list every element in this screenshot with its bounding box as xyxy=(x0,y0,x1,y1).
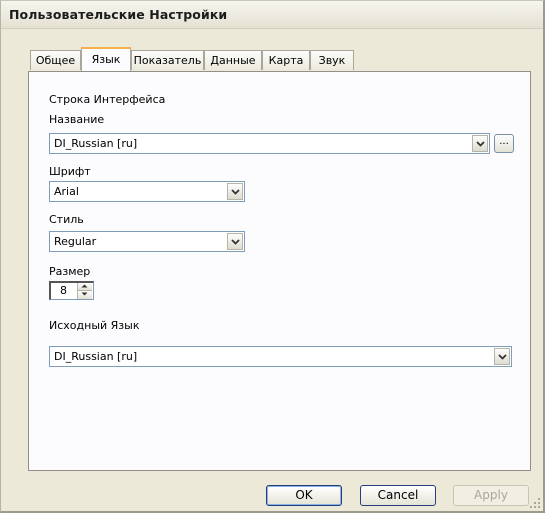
spin-up-icon xyxy=(81,284,88,288)
style-combobox-value: Regular xyxy=(54,235,97,248)
source-language-dropdown-button[interactable] xyxy=(494,348,510,365)
name-dropdown-button[interactable] xyxy=(472,135,488,152)
size-increment-button[interactable] xyxy=(78,283,92,291)
style-label: Стиль xyxy=(49,213,84,226)
source-language-value: DI_Russian [ru] xyxy=(54,350,138,363)
size-value: 8 xyxy=(60,284,67,297)
name-combobox[interactable]: DI_Russian [ru] xyxy=(49,133,490,154)
style-combobox[interactable]: Regular xyxy=(49,231,245,252)
tab-indicator[interactable]: Показатель xyxy=(131,50,204,70)
style-dropdown-button[interactable] xyxy=(227,233,243,250)
chevron-down-icon xyxy=(231,189,240,195)
chevron-down-icon xyxy=(476,141,485,147)
size-stepper[interactable]: 8 xyxy=(49,281,94,300)
tab-data[interactable]: Данные xyxy=(204,50,262,70)
source-language-label: Исходный Язык xyxy=(49,319,140,332)
name-combobox-value: DI_Russian [ru] xyxy=(54,137,138,150)
font-combobox-value: Arial xyxy=(54,185,79,198)
font-dropdown-button[interactable] xyxy=(227,183,243,200)
chevron-down-icon xyxy=(498,354,507,360)
tab-language[interactable]: Язык xyxy=(81,47,131,71)
size-decrement-button[interactable] xyxy=(78,291,92,299)
spin-down-icon xyxy=(81,292,88,296)
tab-general[interactable]: Общее xyxy=(30,50,81,70)
font-label: Шрифт xyxy=(49,165,91,178)
title-bar[interactable]: Пользовательские Настройки xyxy=(1,1,543,29)
ok-button[interactable]: OK xyxy=(266,485,342,506)
language-tab-panel: Строка Интерфейса Название DI_Russian [r… xyxy=(28,71,531,471)
browse-button[interactable]: ... xyxy=(494,134,514,153)
size-label: Размер xyxy=(49,265,91,278)
section-title: Строка Интерфейса xyxy=(49,93,166,106)
chevron-down-icon xyxy=(231,239,240,245)
apply-button: Apply xyxy=(453,485,529,506)
settings-dialog: Пользовательские Настройки Общее Язык По… xyxy=(0,0,545,513)
resize-grip-icon[interactable] xyxy=(529,497,541,509)
font-combobox[interactable]: Arial xyxy=(49,181,245,202)
tab-map[interactable]: Карта xyxy=(262,50,310,70)
name-label: Название xyxy=(49,113,105,126)
tab-sound[interactable]: Звук xyxy=(310,50,354,70)
source-language-combobox[interactable]: DI_Russian [ru] xyxy=(49,346,512,367)
dialog-title: Пользовательские Настройки xyxy=(9,7,228,22)
size-stepper-buttons xyxy=(77,283,92,299)
cancel-button[interactable]: Cancel xyxy=(360,485,436,506)
